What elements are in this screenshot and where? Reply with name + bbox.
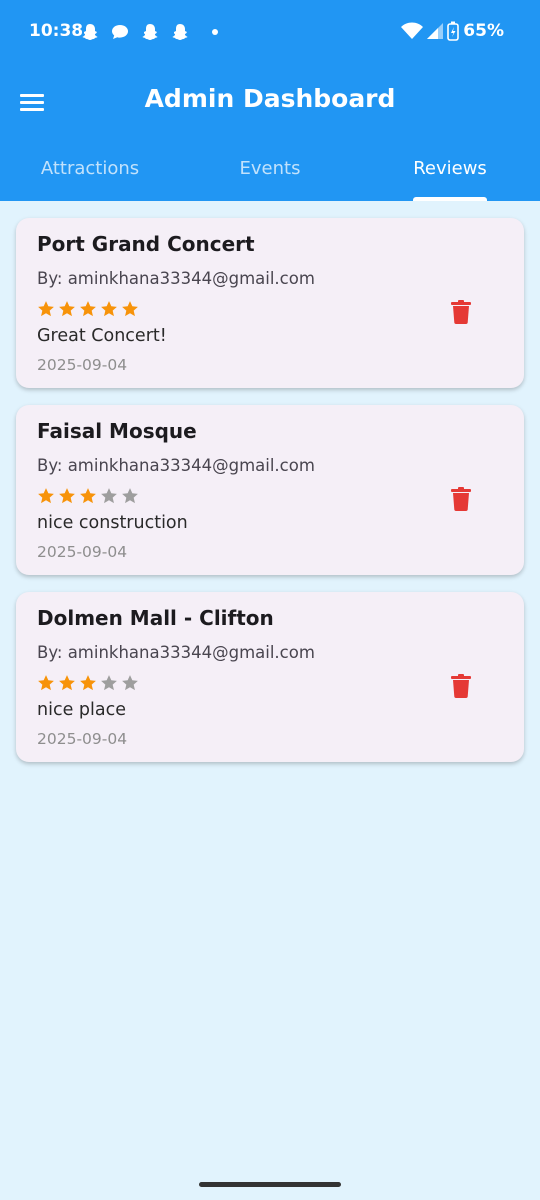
review-card: Port Grand Concert By: aminkhana33344@gm… <box>16 218 524 388</box>
status-bar: 10:38 65% <box>0 0 540 64</box>
review-title: Faisal Mosque <box>37 419 197 443</box>
page-title: Admin Dashboard <box>144 84 396 113</box>
trash-icon <box>451 487 471 511</box>
star-filled-icon <box>80 301 96 317</box>
star-empty-icon <box>122 675 138 691</box>
review-date: 2025-09-04 <box>37 356 128 374</box>
review-title: Dolmen Mall - Clifton <box>37 606 274 630</box>
star-empty-icon <box>101 675 117 691</box>
star-filled-icon <box>38 301 54 317</box>
rating-stars <box>37 486 503 506</box>
more-notifications-dot-icon <box>212 29 218 35</box>
review-author: By: aminkhana33344@gmail.com <box>37 456 315 475</box>
tab-events[interactable]: Events <box>180 140 360 201</box>
gesture-home-bar[interactable] <box>199 1182 341 1187</box>
snapchat-icon <box>142 24 158 40</box>
tab-reviews[interactable]: Reviews <box>360 140 540 201</box>
review-card: Dolmen Mall - Clifton By: aminkhana33344… <box>16 592 524 762</box>
star-empty-icon <box>122 488 138 504</box>
star-filled-icon <box>80 488 96 504</box>
star-empty-icon <box>101 488 117 504</box>
snapchat-icon <box>172 24 188 40</box>
review-date: 2025-09-04 <box>37 730 128 748</box>
tab-label: Attractions <box>40 158 140 179</box>
snapchat-icon <box>82 24 98 40</box>
delete-button[interactable] <box>438 289 484 335</box>
star-filled-icon <box>101 301 117 317</box>
star-filled-icon <box>122 301 138 317</box>
tab-label: Events <box>239 158 301 179</box>
star-filled-icon <box>38 675 54 691</box>
star-filled-icon <box>38 488 54 504</box>
review-card: Faisal Mosque By: aminkhana33344@gmail.c… <box>16 405 524 575</box>
star-filled-icon <box>59 675 75 691</box>
wifi-icon <box>401 22 424 39</box>
star-filled-icon <box>59 488 75 504</box>
trash-icon <box>451 300 471 324</box>
status-right: 65% <box>401 21 504 41</box>
status-time: 10:38 <box>29 21 84 41</box>
delete-button[interactable] <box>438 476 484 522</box>
tab-label: Reviews <box>413 158 487 179</box>
tab-attractions[interactable]: Attractions <box>0 140 180 201</box>
app-bar: 10:38 65% Admin Dashboard Attractions Ev… <box>0 0 540 201</box>
trash-icon <box>451 674 471 698</box>
chat-bubble-icon <box>112 25 128 39</box>
notification-icons <box>80 22 218 42</box>
reviews-list: Port Grand Concert By: aminkhana33344@gm… <box>16 218 524 762</box>
star-filled-icon <box>80 675 96 691</box>
battery-charging-icon <box>447 21 460 41</box>
review-title: Port Grand Concert <box>37 232 255 256</box>
battery-percent: 65% <box>463 21 504 41</box>
tab-bar: Attractions Events Reviews <box>0 140 540 201</box>
rating-stars <box>37 299 503 319</box>
tab-indicator <box>413 197 487 201</box>
star-filled-icon <box>59 301 75 317</box>
review-date: 2025-09-04 <box>37 543 128 561</box>
review-author: By: aminkhana33344@gmail.com <box>37 643 315 662</box>
review-comment: nice construction <box>37 513 188 533</box>
review-author: By: aminkhana33344@gmail.com <box>37 269 315 288</box>
delete-button[interactable] <box>438 663 484 709</box>
rating-stars <box>37 673 503 693</box>
review-comment: Great Concert! <box>37 326 167 346</box>
cell-signal-icon <box>427 23 444 39</box>
review-comment: nice place <box>37 700 126 720</box>
